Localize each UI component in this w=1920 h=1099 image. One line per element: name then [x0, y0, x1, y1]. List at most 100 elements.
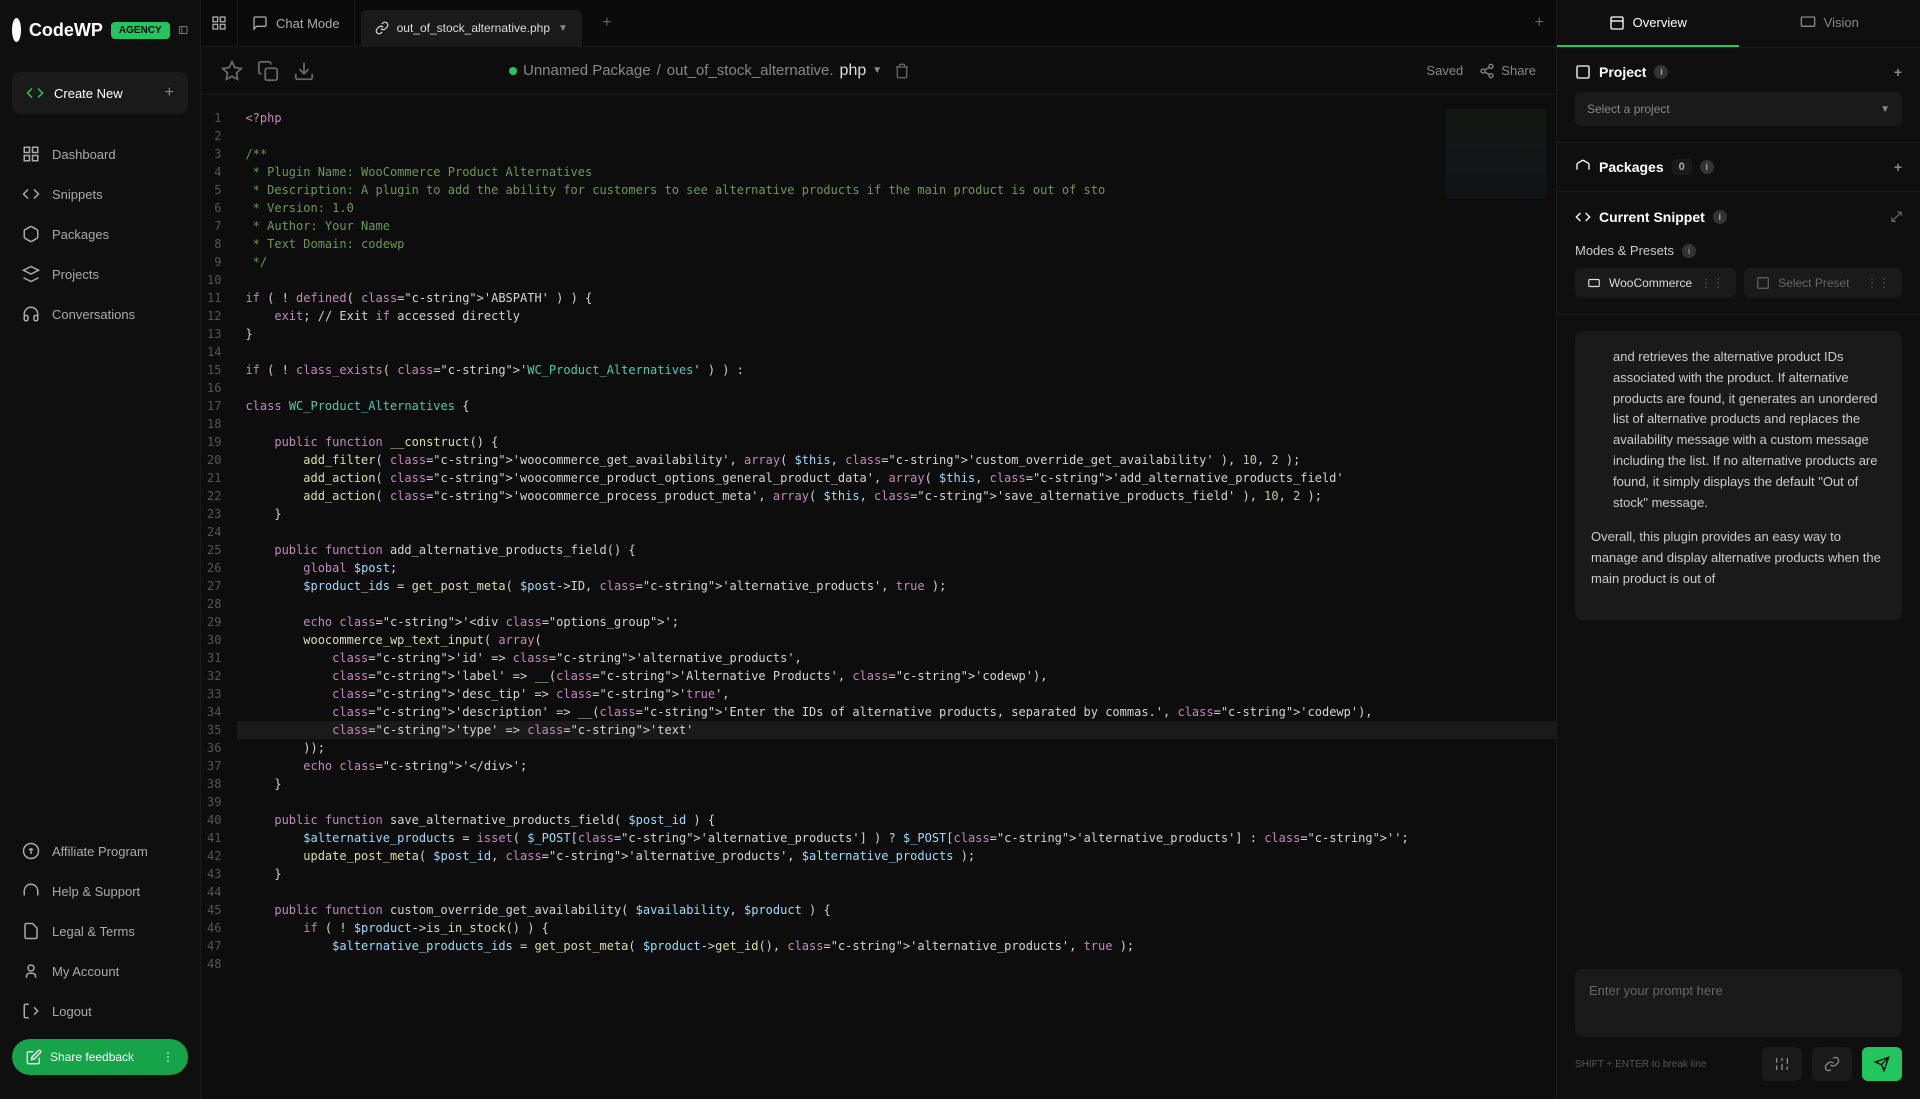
tab-vision[interactable]: Vision [1739, 0, 1920, 47]
create-new-label: Create New [54, 86, 155, 101]
nav-label: Help & Support [52, 884, 140, 899]
star-button[interactable] [221, 60, 243, 82]
nav-label: Snippets [52, 187, 103, 202]
code-icon [1575, 209, 1591, 225]
info-icon[interactable]: i [1713, 210, 1727, 224]
prompt-toolbar: SHIFT + ENTER to break line [1575, 1047, 1902, 1081]
chat-mode-tab[interactable]: Chat Mode [238, 0, 355, 46]
nav-affiliate[interactable]: Affiliate Program [0, 831, 200, 871]
nav-label: Logout [52, 1004, 92, 1019]
nav-help[interactable]: Help & Support [0, 871, 200, 911]
prompt-placeholder: Enter your prompt here [1589, 983, 1723, 998]
main-area: Chat Mode out_of_stock_alternative.php ▼… [201, 0, 1556, 1099]
preset-select[interactable]: Select Preset ⋮⋮ [1744, 268, 1902, 298]
new-tab-button[interactable]: + [592, 8, 622, 38]
link-icon [1824, 1056, 1840, 1072]
trash-button[interactable] [894, 63, 910, 79]
right-panel-tabs: Overview Vision [1557, 0, 1920, 48]
tab-overview[interactable]: Overview [1557, 0, 1739, 47]
logo-icon [12, 18, 21, 42]
expand-button[interactable]: ⤢ [1891, 208, 1902, 225]
nav-label: Conversations [52, 307, 135, 322]
add-button[interactable]: + [1535, 14, 1544, 32]
package-name: Unnamed Package [523, 62, 651, 79]
add-package-button[interactable]: + [1894, 159, 1902, 175]
nav-packages[interactable]: Packages [0, 214, 200, 254]
nav-dashboard[interactable]: Dashboard [0, 134, 200, 174]
download-button[interactable] [293, 60, 315, 82]
add-project-button[interactable]: + [1894, 64, 1902, 80]
nav-label: Projects [52, 267, 99, 282]
filename-ext: php [840, 62, 867, 80]
project-title: Project [1599, 64, 1646, 80]
info-icon[interactable]: i [1654, 65, 1668, 79]
nav-label: My Account [52, 964, 119, 979]
copy-button[interactable] [257, 60, 279, 82]
project-placeholder: Select a project [1587, 102, 1670, 116]
headphones-icon [22, 305, 40, 323]
file-tab-label: out_of_stock_alternative.php [397, 21, 550, 35]
nav-legal[interactable]: Legal & Terms [0, 911, 200, 951]
drag-icon: ⋮⋮ [1866, 276, 1890, 290]
dollar-icon [22, 842, 40, 860]
preset-placeholder: Select Preset [1778, 276, 1849, 290]
user-icon [22, 962, 40, 980]
nav-label: Affiliate Program [52, 844, 148, 859]
file-path: Unnamed Package / out_of_stock_alternati… [509, 62, 910, 80]
agency-badge: AGENCY [111, 22, 170, 39]
package-icon [1575, 159, 1591, 175]
edit-icon [26, 1049, 42, 1065]
document-icon [22, 922, 40, 940]
saved-status: Saved [1426, 63, 1463, 78]
filename-base: out_of_stock_alternative. [667, 62, 834, 79]
mode-woocommerce[interactable]: WooCommerce ⋮⋮ [1575, 268, 1736, 298]
code-content[interactable]: <?php /** * Plugin Name: WooCommerce Pro… [237, 95, 1556, 1099]
logo-area: CodeWP AGENCY [0, 0, 200, 60]
right-panel: Overview Vision Project i + Select a pro… [1556, 0, 1920, 1099]
status-dot [509, 67, 517, 75]
line-numbers: 1234567891011121314151617181920212223242… [201, 95, 237, 1099]
share-button[interactable]: Share [1479, 63, 1536, 79]
nav-logout[interactable]: Logout [0, 991, 200, 1031]
brand-name: CodeWP [29, 20, 103, 41]
info-icon[interactable]: i [1700, 160, 1714, 174]
drag-icon: ⋮⋮ [1700, 276, 1724, 290]
prompt-input[interactable]: Enter your prompt here [1575, 969, 1902, 1037]
nav-projects[interactable]: Projects [0, 254, 200, 294]
nav-bottom: Affiliate Program Help & Support Legal &… [0, 823, 200, 1099]
nav-account[interactable]: My Account [0, 951, 200, 991]
create-new-button[interactable]: Create New + [12, 72, 188, 114]
packages-title: Packages [1599, 159, 1664, 175]
plus-icon: + [165, 84, 174, 102]
chat-icon [252, 15, 268, 31]
collapse-sidebar-button[interactable] [178, 16, 188, 44]
chevron-down-icon: ▼ [1880, 104, 1890, 115]
nav-main: Dashboard Snippets Packages Projects Con… [0, 126, 200, 823]
sidebar: CodeWP AGENCY Create New + Dashboard Sni… [0, 0, 201, 1099]
file-tab[interactable]: out_of_stock_alternative.php ▼ [361, 10, 582, 46]
link-button[interactable] [1812, 1047, 1852, 1081]
project-select[interactable]: Select a project ▼ [1575, 92, 1902, 126]
modes-row: WooCommerce ⋮⋮ Select Preset ⋮⋮ [1575, 268, 1902, 298]
nav-conversations[interactable]: Conversations [0, 294, 200, 334]
tab-vision-label: Vision [1824, 15, 1859, 30]
overview-icon [1609, 15, 1625, 31]
prompt-area: Enter your prompt here SHIFT + ENTER to … [1557, 955, 1920, 1099]
mode-label: WooCommerce [1609, 276, 1692, 290]
chevron-down-icon[interactable]: ▼ [872, 65, 882, 76]
editor[interactable]: 1234567891011121314151617181920212223242… [201, 95, 1556, 1099]
settings-button[interactable] [1762, 1047, 1802, 1081]
description-p2: Overall, this plugin provides an easy wa… [1591, 527, 1886, 589]
sliders-icon [1774, 1056, 1790, 1072]
share-feedback-button[interactable]: Share feedback ⋮ [12, 1039, 188, 1075]
grid-tab[interactable] [201, 0, 238, 46]
send-button[interactable] [1862, 1047, 1902, 1081]
tab-overview-label: Overview [1633, 15, 1687, 30]
description-content: and retrieves the alternative product ID… [1557, 315, 1920, 955]
prompt-hint: SHIFT + ENTER to break line [1575, 1059, 1752, 1070]
top-tabs: Chat Mode out_of_stock_alternative.php ▼… [201, 0, 1556, 47]
info-icon[interactable]: i [1682, 244, 1696, 258]
share-icon [1479, 63, 1495, 79]
headphones-icon [22, 882, 40, 900]
nav-snippets[interactable]: Snippets [0, 174, 200, 214]
